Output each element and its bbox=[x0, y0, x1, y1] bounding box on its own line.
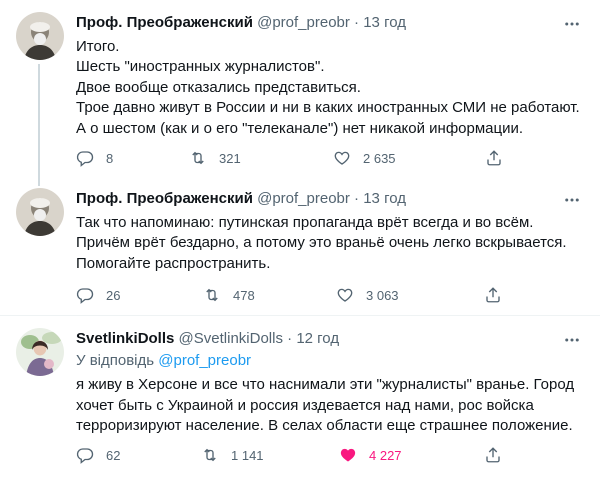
share-button[interactable] bbox=[485, 148, 515, 168]
like-count: 3 063 bbox=[366, 287, 399, 303]
tweet-header: SvetlinkiDolls @SvetlinkiDolls · 12 год bbox=[76, 329, 339, 349]
retweet-icon bbox=[204, 448, 216, 462]
separator-dot: · bbox=[354, 14, 360, 31]
author-handle[interactable]: @SvetlinkiDolls bbox=[179, 330, 283, 347]
reply-icon bbox=[76, 151, 94, 167]
timestamp[interactable]: 13 год bbox=[363, 190, 406, 207]
author-name[interactable]: Проф. Преображенский bbox=[76, 190, 253, 207]
reply-count: 62 bbox=[106, 447, 121, 463]
tweet-header: Проф. Преображенский @prof_preobr · 13 г… bbox=[76, 189, 406, 209]
reply-button[interactable]: 26 bbox=[76, 285, 120, 305]
retweet-icon bbox=[206, 288, 218, 302]
reply-button[interactable]: 8 bbox=[76, 148, 113, 168]
share-icon bbox=[486, 447, 500, 463]
avatar[interactable] bbox=[16, 12, 64, 60]
author-name[interactable]: SvetlinkiDolls bbox=[76, 330, 174, 347]
tweet-text-line: Итого. bbox=[76, 38, 120, 55]
avatar[interactable] bbox=[16, 188, 64, 236]
tweet-actions: 8 321 2 635 bbox=[76, 148, 516, 168]
author-handle[interactable]: @prof_preobr bbox=[257, 190, 350, 207]
tweet-text-line: Шесть "иностранных журналистов". bbox=[76, 58, 325, 76]
tweet-text-line: Так что напоминаю: путинская пропаганда … bbox=[76, 214, 534, 231]
more-options-icon[interactable] bbox=[562, 330, 582, 350]
tweet-actions: 26 478 3 063 bbox=[76, 285, 516, 305]
share-button[interactable] bbox=[484, 445, 514, 465]
heart-icon bbox=[337, 288, 353, 302]
retweet-count: 1 141 bbox=[231, 447, 264, 463]
tweet-text-line: хочет быть с Украиной и россия издеваетс… bbox=[76, 396, 534, 414]
tweet-3[interactable]: SvetlinkiDolls @SvetlinkiDolls · 12 год … bbox=[0, 316, 600, 486]
reply-icon bbox=[76, 288, 94, 304]
tweet-text-line: Причём врёт бездарно, а потому это врань… bbox=[76, 234, 567, 252]
tweet-header: Проф. Преображенский @prof_preobr · 13 г… bbox=[76, 13, 406, 33]
tweet-text-line: Двое вообще отказались представиться. bbox=[76, 78, 361, 96]
reply-count: 26 bbox=[106, 287, 121, 303]
author-name[interactable]: Проф. Преображенский bbox=[76, 14, 253, 31]
like-button[interactable]: 2 635 bbox=[333, 148, 396, 168]
heart-icon bbox=[334, 151, 350, 165]
tweet-text-line: я живу в Херсоне и все что наснимали эти… bbox=[76, 376, 575, 394]
tweet-text-line: Трое давно живут в России и ни в каких и… bbox=[76, 99, 580, 117]
reply-context: У відповідь @prof_preobr bbox=[76, 351, 586, 371]
separator-dot: · bbox=[354, 190, 360, 207]
tweet-text: Итого. Шесть "иностранных журналистов". … bbox=[76, 37, 586, 139]
avatar[interactable] bbox=[16, 328, 64, 376]
reply-count: 8 bbox=[106, 150, 114, 166]
thread-connector bbox=[38, 176, 40, 186]
timestamp[interactable]: 13 год bbox=[363, 14, 406, 31]
like-button[interactable]: 3 063 bbox=[336, 285, 399, 305]
like-count: 2 635 bbox=[363, 150, 396, 166]
reply-button[interactable]: 62 bbox=[76, 445, 120, 465]
reply-icon bbox=[76, 448, 94, 464]
share-icon bbox=[486, 287, 500, 303]
share-icon bbox=[487, 150, 501, 166]
retweet-button[interactable]: 478 bbox=[203, 285, 255, 305]
tweet-text-line: терроризируют население. В селах области… bbox=[76, 417, 573, 435]
more-options-icon[interactable] bbox=[562, 190, 582, 210]
retweet-button[interactable]: 1 141 bbox=[201, 445, 264, 465]
thread-connector bbox=[38, 64, 40, 176]
tweet-text-line: Помогайте распространить. bbox=[76, 254, 271, 272]
share-button[interactable] bbox=[484, 285, 514, 305]
retweet-count: 321 bbox=[219, 150, 241, 166]
retweet-icon bbox=[192, 151, 204, 165]
reply-prefix: У відповідь bbox=[76, 352, 155, 369]
retweet-count: 478 bbox=[233, 287, 255, 303]
separator-dot: · bbox=[287, 330, 293, 347]
like-count: 4 227 bbox=[369, 447, 402, 463]
reply-mention-link[interactable]: @prof_preobr bbox=[158, 352, 251, 369]
heart-filled-icon bbox=[340, 448, 356, 462]
retweet-button[interactable]: 321 bbox=[189, 148, 241, 168]
timestamp[interactable]: 12 год bbox=[296, 330, 339, 347]
tweet-2[interactable]: Проф. Преображенский @prof_preobr · 13 г… bbox=[0, 176, 600, 314]
tweet-text-line: А о шестом (как и о его "телеканале") не… bbox=[76, 119, 524, 137]
tweet-text: Так что напоминаю: путинская пропаганда … bbox=[76, 213, 586, 274]
more-options-icon[interactable] bbox=[562, 14, 582, 34]
author-handle[interactable]: @prof_preobr bbox=[257, 14, 350, 31]
like-button[interactable]: 4 227 bbox=[339, 445, 402, 465]
tweet-text: У відповідь @prof_preobr я живу в Херсон… bbox=[76, 351, 586, 437]
tweet-1[interactable]: Проф. Преображенский @prof_preobr · 13 г… bbox=[0, 0, 600, 176]
tweet-actions: 62 1 141 4 227 bbox=[76, 445, 516, 465]
